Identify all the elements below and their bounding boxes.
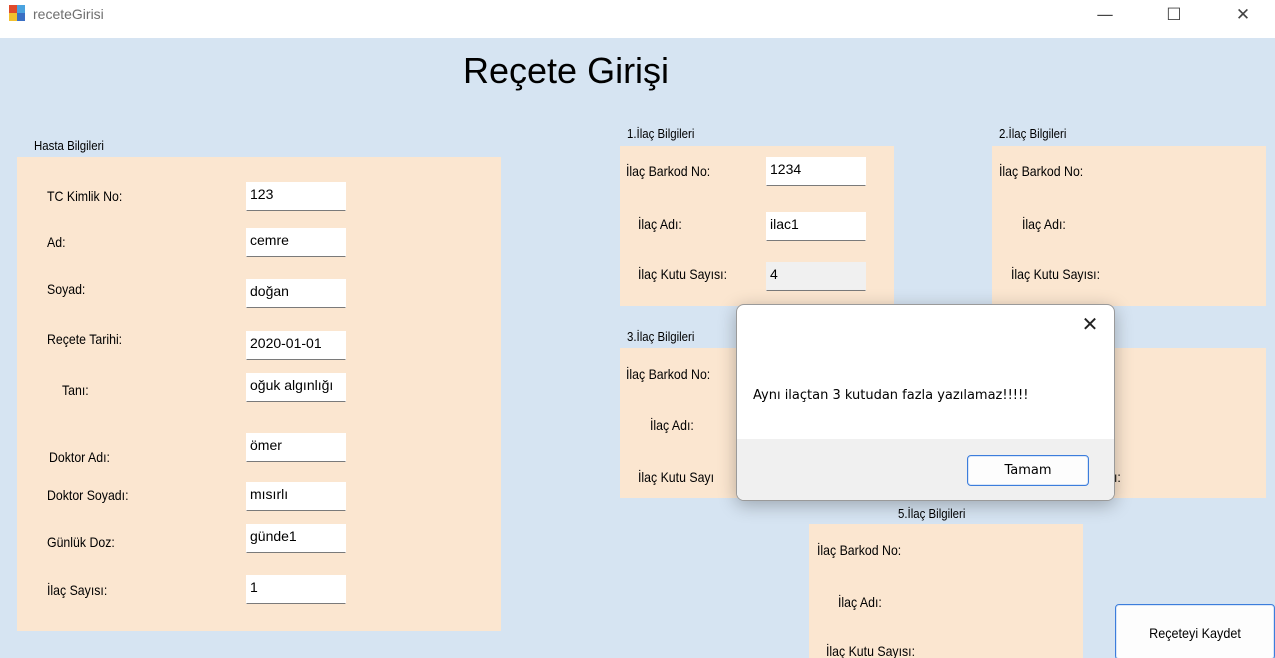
message-dialog: ✕ Aynı ilaçtan 3 kutudan fazla yazılamaz… <box>736 304 1115 501</box>
drug4-box-label-fragment: ı: <box>1114 469 1121 485</box>
drug5-box-label: İlaç Kutu Sayısı: <box>826 643 916 658</box>
prescription-date-input[interactable]: 2020-01-01 <box>246 331 346 360</box>
drug3-box-label: İlaç Kutu Sayı <box>638 469 715 485</box>
drug1-name-label: İlaç Adı: <box>638 216 682 232</box>
minimize-button[interactable]: — <box>1071 0 1139 32</box>
window-title: receteGirisi <box>33 6 104 22</box>
tc-label: TC Kimlik No: <box>47 188 123 204</box>
maximize-button[interactable]: ☐ <box>1140 0 1208 32</box>
title-bar: receteGirisi — ☐ ✕ <box>0 0 1275 38</box>
drug3-group-label: 3.İlaç Bilgileri <box>627 329 695 344</box>
drug3-name-label: İlaç Adı: <box>650 417 694 433</box>
doctor-name-input[interactable]: ömer <box>246 433 346 462</box>
drug-count-label: İlaç Sayısı: <box>47 582 108 598</box>
drug-count-input[interactable]: 1 <box>246 575 346 604</box>
tc-input[interactable]: 123 <box>246 182 346 211</box>
close-window-button[interactable]: ✕ <box>1209 0 1275 32</box>
diagnosis-label: Tanı: <box>62 382 89 398</box>
dialog-message: Aynı ilaçtan 3 kutudan fazla yazılamaz!!… <box>753 388 1029 403</box>
prescription-date-label: Reçete Tarihi: <box>47 331 123 347</box>
drug2-box-label: İlaç Kutu Sayısı: <box>1011 266 1101 282</box>
doctor-surname-input[interactable]: mısırlı <box>246 482 346 511</box>
drug1-barcode-label: İlaç Barkod No: <box>626 163 711 179</box>
app-icon <box>9 5 25 21</box>
dialog-ok-button[interactable]: Tamam <box>967 455 1089 486</box>
drug1-box-label: İlaç Kutu Sayısı: <box>638 266 728 282</box>
diagnosis-input[interactable]: oğuk algınlığı <box>246 373 346 402</box>
name-input[interactable]: cemre <box>246 228 346 257</box>
drug1-name-input[interactable]: ilac1 <box>766 212 866 241</box>
save-prescription-label: Reçeteyi Kaydet <box>1149 625 1241 641</box>
surname-input[interactable]: doğan <box>246 279 346 308</box>
surname-label: Soyad: <box>47 281 86 297</box>
dialog-footer: Tamam <box>737 439 1114 500</box>
drug5-name-label: İlaç Adı: <box>838 594 882 610</box>
drug3-barcode-label: İlaç Barkod No: <box>626 366 711 382</box>
drug2-barcode-label: İlaç Barkod No: <box>999 163 1084 179</box>
drug1-group-label: 1.İlaç Bilgileri <box>627 126 695 141</box>
doctor-surname-label: Doktor Soyadı: <box>47 487 129 503</box>
drug2-group-label: 2.İlaç Bilgileri <box>999 126 1067 141</box>
dialog-close-icon[interactable]: ✕ <box>1078 313 1102 337</box>
daily-dose-input[interactable]: günde1 <box>246 524 346 553</box>
patient-group-label: Hasta Bilgileri <box>34 138 104 153</box>
drug1-barcode-input[interactable]: 1234 <box>766 157 866 186</box>
doctor-name-label: Doktor Adı: <box>49 449 110 465</box>
daily-dose-label: Günlük Doz: <box>47 534 115 550</box>
name-label: Ad: <box>47 234 66 250</box>
drug1-box-input[interactable]: 4 <box>766 262 866 291</box>
save-prescription-button[interactable]: Reçeteyi Kaydet <box>1115 604 1275 658</box>
drug2-name-label: İlaç Adı: <box>1022 216 1066 232</box>
drug5-barcode-label: İlaç Barkod No: <box>817 542 902 558</box>
page-title: Reçete Girişi <box>463 50 670 91</box>
drug5-group-label: 5.İlaç Bilgileri <box>898 506 966 521</box>
